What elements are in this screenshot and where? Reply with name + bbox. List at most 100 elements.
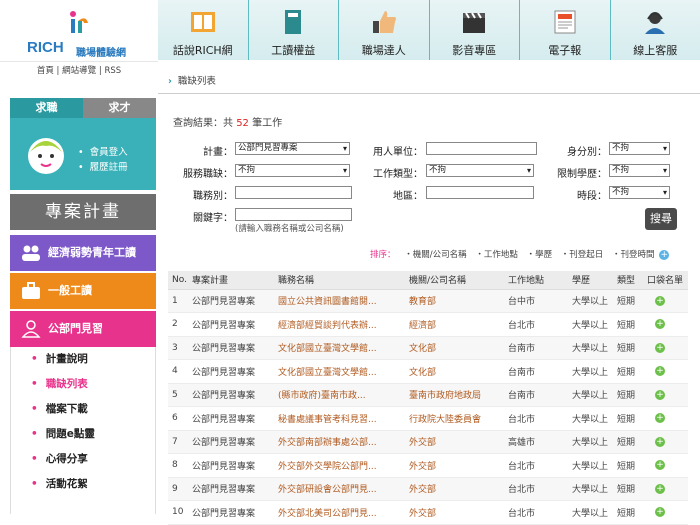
- table-cell: 台北市: [504, 501, 568, 525]
- breadcrumb-current: 職缺列表: [178, 76, 216, 87]
- nav-experts[interactable]: 職場達人: [339, 0, 430, 60]
- resume-register-link[interactable]: 履歷註冊: [78, 160, 128, 175]
- identity-select[interactable]: 不拘: [609, 142, 670, 155]
- search-button[interactable]: 搜尋: [645, 208, 677, 230]
- table-cell: 台南市: [504, 360, 568, 384]
- sort-by-company[interactable]: 機關/公司名稱: [404, 250, 466, 260]
- tab-job-seeker[interactable]: 求職: [10, 98, 83, 118]
- region-input[interactable]: [426, 186, 534, 199]
- job-title-link[interactable]: 文化部國立臺灣文學館...: [274, 360, 405, 384]
- table-row: 5公部門見習專案(縣市政府)臺南市政...臺南市政府地政局台南市大學以上短期+: [168, 383, 688, 407]
- submenu-job-list[interactable]: 職缺列表: [11, 372, 155, 397]
- member-box: 會員登入 履歷註冊: [10, 118, 156, 190]
- job-title-link[interactable]: 文化部國立臺灣文學館...: [274, 336, 405, 360]
- job-title-link[interactable]: 國立公共資訊圖書館閱...: [274, 289, 405, 313]
- tab-employer[interactable]: 求才: [83, 98, 156, 118]
- unit-input[interactable]: [426, 142, 537, 155]
- table-row: 9公部門見習專案外交部研設會公部門見...外交部台北市大學以上短期+: [168, 477, 688, 501]
- submenu-share[interactable]: 心得分享: [11, 447, 155, 472]
- submenu-events[interactable]: 活動花絮: [11, 472, 155, 497]
- add-to-list-icon[interactable]: +: [655, 319, 665, 329]
- company-link[interactable]: 教育部: [405, 289, 504, 313]
- sitemap-link[interactable]: 網站導覽: [62, 66, 96, 76]
- table-cell: 短期: [613, 501, 643, 525]
- add-to-list-icon[interactable]: +: [655, 507, 665, 517]
- service-label: 服務職缺：: [165, 165, 233, 180]
- project-item-general[interactable]: 一般工讀: [10, 273, 156, 309]
- nav-media[interactable]: 影音專區: [430, 0, 521, 60]
- table-row: 6公部門見習專案秘書處議事管考科見習...行政院大陸委員會台北市大學以上短期+: [168, 407, 688, 431]
- job-title-link[interactable]: 外交部北美司公部門見...: [274, 501, 405, 525]
- table-cell: 10: [168, 501, 188, 525]
- home-link[interactable]: 首頁: [37, 66, 54, 76]
- submenu-download[interactable]: 檔案下載: [11, 397, 155, 422]
- company-link[interactable]: 外交部: [405, 477, 504, 501]
- job-title-link[interactable]: (縣市政府)臺南市政...: [274, 383, 405, 407]
- table-cell: 台北市: [504, 454, 568, 478]
- duty-input[interactable]: [235, 186, 352, 199]
- table-cell: 公部門見習專案: [188, 313, 274, 337]
- company-link[interactable]: 文化部: [405, 360, 504, 384]
- submenu-faq[interactable]: 問題e點靈: [11, 422, 155, 447]
- job-title-link[interactable]: 秘書處議事管考科見習...: [274, 407, 405, 431]
- column-header: 機關/公司名稱: [405, 271, 504, 289]
- nav-support[interactable]: 線上客服: [611, 0, 700, 60]
- pocket-list-cell: +: [643, 477, 688, 501]
- add-to-list-icon[interactable]: +: [655, 366, 665, 376]
- breadcrumb: ›職缺列表: [158, 70, 700, 94]
- table-cell: 短期: [613, 336, 643, 360]
- period-select[interactable]: 不拘: [609, 186, 670, 199]
- nav-about[interactable]: 話說RICH網: [158, 0, 249, 60]
- add-to-list-icon[interactable]: +: [655, 460, 665, 470]
- unit-label: 用人單位：: [355, 143, 423, 158]
- nav-rights[interactable]: 工讀權益: [249, 0, 340, 60]
- job-title-link[interactable]: 外交部外交學院公部門...: [274, 454, 405, 478]
- sort-direction-icon[interactable]: +: [659, 250, 669, 260]
- rss-link[interactable]: RSS: [104, 66, 121, 76]
- duty-label: 職務別：: [165, 187, 233, 202]
- add-to-list-icon[interactable]: +: [655, 484, 665, 494]
- member-login-link[interactable]: 會員登入: [78, 145, 128, 160]
- column-header: 口袋名單: [643, 271, 688, 289]
- nav-newsletter[interactable]: 電子報: [520, 0, 611, 60]
- project-item-youth[interactable]: 經濟弱勢青年工讀: [10, 235, 156, 271]
- keyword-input[interactable]: [235, 208, 352, 221]
- project-item-public[interactable]: 公部門見習: [10, 311, 156, 347]
- plan-select[interactable]: 公部門見習專案: [235, 142, 350, 155]
- add-to-list-icon[interactable]: +: [655, 390, 665, 400]
- company-link[interactable]: 外交部: [405, 501, 504, 525]
- table-cell: 短期: [613, 360, 643, 384]
- site-logo[interactable]: RICH 職場體驗網: [0, 0, 158, 62]
- edu-select[interactable]: 不拘: [609, 164, 670, 177]
- add-to-list-icon[interactable]: +: [655, 437, 665, 447]
- sort-by-start-date[interactable]: 刊登起日: [561, 250, 604, 260]
- table-cell: 台南市: [504, 383, 568, 407]
- job-title-link[interactable]: 外交部南部辦事處公部...: [274, 430, 405, 454]
- sort-by-post-time[interactable]: 刊登時間: [612, 250, 655, 260]
- add-to-list-icon[interactable]: +: [655, 343, 665, 353]
- company-link[interactable]: 文化部: [405, 336, 504, 360]
- company-link[interactable]: 經濟部: [405, 313, 504, 337]
- submenu-plan[interactable]: 計畫說明: [11, 347, 155, 372]
- table-cell: 短期: [613, 430, 643, 454]
- job-title-link[interactable]: 經濟部經貿談判代表辦...: [274, 313, 405, 337]
- project-item-label: 一般工讀: [48, 273, 92, 309]
- sort-by-location[interactable]: 工作地點: [475, 250, 518, 260]
- table-cell: 短期: [613, 407, 643, 431]
- table-cell: 8: [168, 454, 188, 478]
- table-cell: 短期: [613, 289, 643, 313]
- add-to-list-icon[interactable]: +: [655, 413, 665, 423]
- sort-by-education[interactable]: 學歷: [527, 250, 553, 260]
- company-link[interactable]: 外交部: [405, 454, 504, 478]
- jobtype-select[interactable]: 不拘: [426, 164, 534, 177]
- pocket-list-cell: +: [643, 501, 688, 525]
- table-row: 1公部門見習專案國立公共資訊圖書館閱...教育部台中市大學以上短期+: [168, 289, 688, 313]
- add-to-list-icon[interactable]: +: [655, 296, 665, 306]
- company-link[interactable]: 臺南市政府地政局: [405, 383, 504, 407]
- company-link[interactable]: 外交部: [405, 430, 504, 454]
- service-select[interactable]: 不拘: [235, 164, 350, 177]
- table-cell: 台北市: [504, 477, 568, 501]
- company-link[interactable]: 行政院大陸委員會: [405, 407, 504, 431]
- submenu: 計畫說明 職缺列表 檔案下載 問題e點靈 心得分享 活動花絮: [10, 347, 156, 514]
- job-title-link[interactable]: 外交部研設會公部門見...: [274, 477, 405, 501]
